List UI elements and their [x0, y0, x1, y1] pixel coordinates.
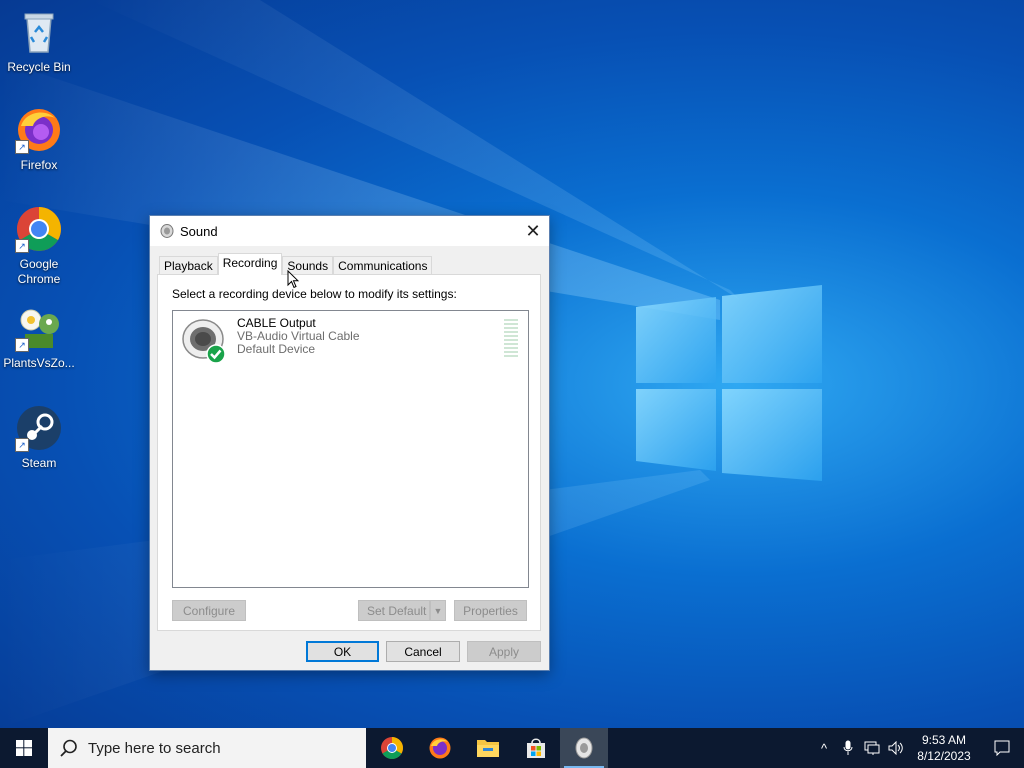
- device-item[interactable]: CABLE Output VB-Audio Virtual Cable Defa…: [181, 317, 360, 365]
- taskbar: Type here to search ^ 9:53 AM 8/12/2023: [0, 728, 1024, 768]
- desktop-icon-label: Google Chrome: [17, 257, 61, 286]
- microphone-icon[interactable]: [836, 728, 860, 768]
- properties-button[interactable]: Properties: [454, 600, 527, 621]
- microsoft-store-icon: [527, 738, 545, 758]
- dialog-title: Sound: [180, 223, 218, 239]
- shortcut-arrow-icon: ↗: [15, 140, 29, 154]
- taskbar-chrome[interactable]: [368, 728, 416, 768]
- firefox-icon: [429, 737, 451, 759]
- taskbar-sound-dialog[interactable]: [560, 728, 608, 768]
- windows-logo-icon: [16, 740, 32, 756]
- dialog-titlebar[interactable]: Sound ✕: [150, 216, 549, 246]
- level-meter: [504, 319, 518, 359]
- taskbar-firefox[interactable]: [416, 728, 464, 768]
- set-default-dropdown-icon[interactable]: ▼: [430, 600, 446, 621]
- firefox-icon: ↗: [15, 106, 63, 154]
- plants-vs-zombies-icon: ↗: [15, 304, 63, 352]
- recycle-bin-icon: [15, 8, 63, 56]
- tab-recording[interactable]: Recording: [217, 253, 283, 275]
- device-status: Default Device: [237, 342, 316, 356]
- shortcut-arrow-icon: ↗: [15, 239, 29, 253]
- speaker-icon: [160, 224, 174, 238]
- mouse-cursor-icon: [287, 270, 299, 289]
- taskbar-clock[interactable]: 9:53 AM 8/12/2023: [908, 732, 980, 764]
- shortcut-arrow-icon: ↗: [15, 438, 29, 452]
- tab-communications[interactable]: Communications: [333, 256, 433, 275]
- set-default-button[interactable]: Set Default: [358, 600, 430, 621]
- tab-playback[interactable]: Playback: [159, 256, 218, 275]
- desktop-icon-recycle-bin[interactable]: Recycle Bin: [2, 8, 76, 75]
- clock-time: 9:53 AM: [921, 733, 967, 747]
- desktop-icon-firefox[interactable]: ↗ Firefox: [2, 106, 76, 173]
- windows-wallpaper-logo: [636, 285, 822, 481]
- close-icon[interactable]: ✕: [517, 216, 549, 246]
- taskbar-search-box[interactable]: Type here to search: [48, 728, 366, 768]
- chrome-icon: [381, 737, 403, 759]
- sound-dialog: Sound ✕ Playback Recording Sounds Commun…: [149, 215, 550, 671]
- desktop-icon-chrome[interactable]: ↗ Google Chrome: [2, 205, 76, 287]
- action-center-icon[interactable]: [980, 728, 1024, 768]
- system-tray: ^ 9:53 AM 8/12/2023: [812, 728, 1024, 768]
- steam-icon: ↗: [15, 404, 63, 452]
- desktop-icon-label: Firefox: [20, 158, 58, 172]
- desktop-icon-label: PlantsVsZo...: [3, 356, 75, 370]
- apply-button[interactable]: Apply: [467, 641, 541, 662]
- device-list[interactable]: CABLE Output VB-Audio Virtual Cable Defa…: [172, 310, 529, 588]
- desktop-icon-steam[interactable]: ↗ Steam: [2, 404, 76, 471]
- start-button[interactable]: [0, 728, 48, 768]
- cancel-button[interactable]: Cancel: [386, 641, 460, 662]
- configure-button[interactable]: Configure: [172, 600, 246, 621]
- desktop-icon-label: Steam: [21, 456, 57, 470]
- desktop-icon-plants-vs-zombies[interactable]: ↗ PlantsVsZo...: [2, 304, 76, 371]
- taskbar-microsoft-store[interactable]: [512, 728, 560, 768]
- desktop-icon-label: Recycle Bin: [7, 60, 71, 74]
- sound-settings-icon: [575, 737, 593, 759]
- network-icon[interactable]: [860, 728, 884, 768]
- instruction-text: Select a recording device below to modif…: [172, 287, 457, 301]
- volume-icon[interactable]: [884, 728, 908, 768]
- file-explorer-icon: [477, 740, 499, 757]
- ok-button[interactable]: OK: [306, 641, 379, 662]
- shortcut-arrow-icon: ↗: [15, 338, 29, 352]
- search-icon: [60, 739, 77, 757]
- microphone-device-icon: [181, 317, 229, 365]
- search-placeholder: Type here to search: [88, 739, 221, 757]
- taskbar-file-explorer[interactable]: [464, 728, 512, 768]
- show-hidden-icons-chevron-icon[interactable]: ^: [812, 728, 836, 768]
- recording-panel: Select a recording device below to modif…: [157, 274, 541, 631]
- chrome-icon: ↗: [15, 205, 63, 253]
- clock-date: 8/12/2023: [917, 749, 971, 763]
